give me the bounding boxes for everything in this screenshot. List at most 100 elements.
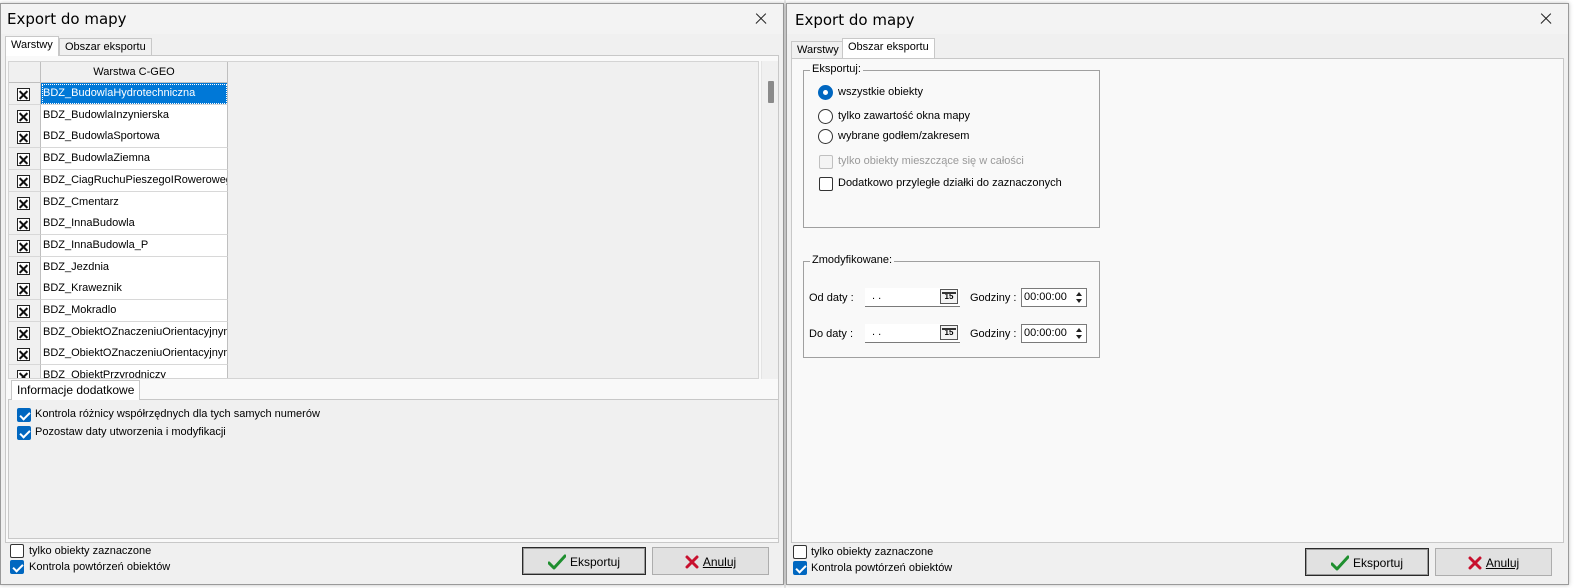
only-selected-label: tylko obiekty zaznaczone (811, 546, 934, 558)
row-check-cell[interactable] (9, 278, 41, 301)
table-row[interactable]: BDZ_ObiektOZnaczeniuOrientacyjnymW (9, 343, 228, 366)
table-row[interactable]: BDZ_ObiektPrzyrodniczy (9, 365, 228, 378)
duplicate-check-checkbox[interactable] (10, 560, 24, 574)
layer-name-cell[interactable]: BDZ_CiagRuchuPieszegoIRowerowego (41, 169, 228, 192)
grid-vertical-scrollbar[interactable] (761, 61, 778, 379)
checked-x-icon[interactable] (17, 370, 30, 378)
row-check-cell[interactable] (9, 148, 41, 171)
layer-name-cell[interactable]: BDZ_InnaBudowla_P (41, 234, 228, 257)
checked-x-icon[interactable] (17, 174, 30, 188)
row-check-cell[interactable] (9, 83, 41, 105)
table-row[interactable]: BDZ_Jezdnia (9, 256, 228, 279)
only-whole-label: tylko obiekty mieszczące się w całości (838, 155, 1024, 167)
cancel-button[interactable]: Anuluj (652, 547, 769, 575)
grid-header-check-column (9, 62, 41, 83)
radio-by-sheet[interactable] (818, 129, 833, 144)
layer-name-cell[interactable]: BDZ_ObiektOZnaczeniuOrientacyjnymW (41, 343, 228, 366)
row-check-cell[interactable] (9, 169, 41, 192)
row-check-cell[interactable] (9, 234, 41, 257)
scrollbar-thumb[interactable] (768, 81, 774, 103)
from-date-input[interactable]: . . 15 (865, 288, 960, 307)
export-button[interactable]: Eksportuj (522, 547, 646, 575)
layer-name-cell[interactable]: BDZ_Kraweznik (41, 278, 228, 301)
checked-x-icon[interactable] (17, 348, 30, 362)
checked-x-icon[interactable] (17, 305, 30, 318)
layer-name-cell[interactable]: BDZ_Jezdnia (41, 256, 228, 279)
only-whole-checkbox (819, 155, 833, 169)
checked-x-icon[interactable] (17, 88, 30, 101)
close-icon[interactable] (1522, 4, 1568, 34)
keep-dates-checkbox[interactable] (17, 426, 31, 440)
layer-name-cell[interactable]: BDZ_ObiektPrzyrodniczy (41, 365, 228, 378)
layer-name-cell[interactable]: BDZ_BudowlaSportowa (41, 126, 228, 149)
tab-layers[interactable]: Warstwy (791, 41, 845, 59)
to-time-value: 00:00:00 (1024, 327, 1067, 339)
time-spinner-icon[interactable] (1074, 326, 1084, 341)
tab-export-area[interactable]: Obszar eksportu (59, 38, 152, 56)
modified-title: Zmodyfikowane: (810, 254, 895, 266)
row-check-cell[interactable] (9, 104, 41, 127)
layer-name-cell[interactable]: BDZ_Cmentarz (41, 191, 228, 214)
checked-x-icon[interactable] (17, 326, 30, 340)
checked-x-icon[interactable] (17, 196, 30, 210)
table-row[interactable]: BDZ_Kraweznik (9, 278, 228, 301)
calendar-icon[interactable]: 15 (940, 289, 958, 304)
table-row[interactable]: BDZ_Mokradlo (9, 300, 228, 322)
export-button-label: Eksportuj (1352, 555, 1404, 570)
only-selected-checkbox[interactable] (10, 544, 24, 558)
cancel-button[interactable]: Anuluj (1435, 548, 1552, 576)
to-date-input[interactable]: . . 15 (865, 324, 960, 343)
table-row[interactable]: BDZ_BudowlaHydrotechniczna (9, 83, 228, 105)
radio-map-window[interactable] (818, 109, 833, 124)
radio-all-objects[interactable] (818, 85, 833, 100)
to-time-input[interactable]: 00:00:00 (1021, 324, 1087, 343)
export-button[interactable]: Eksportuj (1305, 548, 1429, 576)
layers-grid[interactable]: Warstwa C-GEO BDZ_BudowlaHydrotechniczna… (8, 61, 759, 379)
table-row[interactable]: BDZ_BudowlaSportowa (9, 126, 228, 149)
radio-all-objects-label: wszystkie obiekty (838, 86, 923, 98)
checked-x-icon[interactable] (17, 261, 30, 275)
layer-name-cell[interactable]: BDZ_ObiektOZnaczeniuOrientacyjnymW (41, 321, 228, 344)
table-row[interactable]: BDZ_ObiektOZnaczeniuOrientacyjnymW (9, 321, 228, 344)
checked-x-icon[interactable] (17, 153, 30, 167)
row-check-cell[interactable] (9, 365, 41, 378)
table-row[interactable]: BDZ_CiagRuchuPieszegoIRowerowego (9, 169, 228, 192)
checked-x-icon[interactable] (17, 283, 30, 297)
to-date-label: Do daty : (809, 328, 854, 340)
row-check-cell[interactable] (9, 321, 41, 344)
checked-x-icon[interactable] (17, 239, 30, 253)
export-scope-group: Eksportuj: wszystkie obiekty tylko zawar… (803, 63, 1100, 228)
duplicate-check-checkbox[interactable] (793, 561, 807, 575)
row-check-cell[interactable] (9, 213, 41, 236)
row-check-cell[interactable] (9, 300, 41, 322)
table-row[interactable]: BDZ_BudowlaInzynierska (9, 104, 228, 127)
layer-name-cell[interactable]: BDZ_BudowlaInzynierska (41, 104, 228, 127)
checked-x-icon[interactable] (17, 131, 30, 145)
calendar-icon[interactable]: 15 (940, 325, 958, 340)
row-check-cell[interactable] (9, 126, 41, 149)
to-date-value: . . (872, 326, 882, 338)
table-row[interactable]: BDZ_InnaBudowla (9, 213, 228, 236)
only-selected-checkbox[interactable] (793, 545, 807, 559)
table-row[interactable]: BDZ_BudowlaZiemna (9, 148, 228, 171)
tab-export-area[interactable]: Obszar eksportu (842, 38, 935, 58)
checked-x-icon[interactable] (17, 218, 30, 232)
grid-header-layer[interactable]: Warstwa C-GEO (41, 62, 228, 83)
from-time-input[interactable]: 00:00:00 (1021, 288, 1087, 307)
layer-name-cell[interactable]: BDZ_BudowlaZiemna (41, 148, 228, 171)
row-check-cell[interactable] (9, 256, 41, 279)
close-icon[interactable] (737, 4, 783, 34)
layer-name-cell[interactable]: BDZ_BudowlaHydrotechniczna (41, 83, 228, 105)
row-check-cell[interactable] (9, 343, 41, 366)
time-spinner-icon[interactable] (1074, 290, 1084, 305)
tab-layers[interactable]: Warstwy (5, 36, 59, 56)
layer-name-cell[interactable]: BDZ_InnaBudowla (41, 213, 228, 236)
layer-name-cell[interactable]: BDZ_Mokradlo (41, 300, 228, 322)
row-check-cell[interactable] (9, 191, 41, 214)
table-row[interactable]: BDZ_InnaBudowla_P (9, 234, 228, 257)
adjacent-parcels-checkbox[interactable] (819, 177, 833, 191)
tab-additional-info[interactable]: Informacje dodatkowe (11, 380, 141, 400)
coordinate-diff-checkbox[interactable] (17, 408, 31, 422)
table-row[interactable]: BDZ_Cmentarz (9, 191, 228, 214)
checked-x-icon[interactable] (17, 109, 30, 123)
